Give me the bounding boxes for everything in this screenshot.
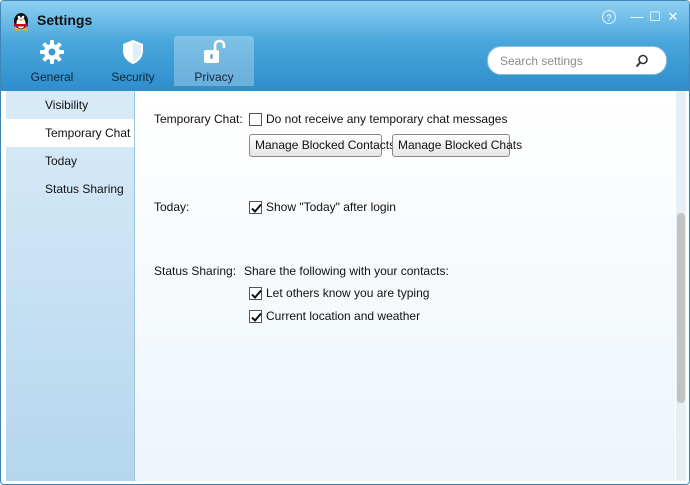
status-sharing-description: Share the following with your contacts: [244, 264, 449, 278]
settings-content: Temporary Chat: Do not receive any tempo… [135, 91, 675, 481]
today-option[interactable]: Show "Today" after login [249, 199, 396, 215]
manage-blocked-contacts-button[interactable]: Manage Blocked Contacts [249, 134, 395, 157]
status-sharing-label: Status Sharing: [154, 264, 237, 278]
tab-general[interactable]: General [12, 36, 92, 86]
today-option-label: Show "Today" after login [266, 200, 396, 214]
unlock-icon [204, 39, 226, 63]
typing-status-option[interactable]: Let others know you are typing [249, 285, 429, 301]
location-weather-checkbox[interactable] [249, 309, 262, 323]
manage-blocked-chats-button[interactable]: Manage Blocked Chats [392, 134, 522, 157]
checkmark-icon [251, 203, 262, 213]
shield-icon [123, 40, 143, 64]
temporary-chat-checkbox[interactable] [249, 112, 262, 126]
close-button[interactable]: ✕ [665, 9, 681, 25]
checkmark-icon [251, 312, 262, 322]
search-box [487, 46, 667, 75]
checkmark-icon [251, 289, 262, 299]
today-label: Today: [154, 200, 190, 214]
minimize-button[interactable]: — [629, 9, 645, 25]
temporary-chat-option[interactable]: Do not receive any temporary chat messag… [249, 111, 507, 127]
search-input[interactable] [500, 53, 630, 69]
scrollbar-thumb[interactable] [677, 213, 685, 403]
sidebar-item-visibility[interactable]: Visibility [6, 91, 134, 119]
temporary-chat-label: Temporary Chat: [154, 112, 243, 126]
sidebar-item-today[interactable]: Today [6, 147, 134, 175]
window-header: Settings ? — ☐ ✕ General Security Privac… [1, 1, 689, 91]
tab-privacy[interactable]: Privacy [174, 36, 254, 86]
typing-status-label: Let others know you are typing [266, 286, 430, 300]
location-weather-option[interactable]: Current location and weather [249, 308, 420, 324]
search-icon[interactable] [634, 53, 650, 69]
today-checkbox[interactable] [249, 200, 262, 214]
sidebar-item-temporary-chat[interactable]: Temporary Chat [6, 119, 134, 147]
sidebar-item-status-sharing[interactable]: Status Sharing [6, 175, 134, 203]
penguin-logo-icon [14, 13, 28, 31]
help-button[interactable]: ? [602, 10, 616, 24]
gear-icon [40, 40, 64, 64]
window-title: Settings [37, 12, 93, 28]
temporary-chat-option-label: Do not receive any temporary chat messag… [266, 112, 508, 126]
tab-privacy-label: Privacy [194, 70, 234, 84]
tab-general-label: General [30, 70, 74, 84]
tab-security[interactable]: Security [93, 36, 173, 86]
maximize-button[interactable]: ☐ [647, 9, 663, 25]
typing-status-checkbox[interactable] [249, 286, 262, 300]
settings-window: Settings ? — ☐ ✕ General Security Privac… [0, 0, 690, 485]
location-weather-label: Current location and weather [266, 309, 421, 323]
sidebar: Visibility Temporary Chat Today Status S… [6, 91, 135, 481]
tab-security-label: Security [111, 70, 155, 84]
